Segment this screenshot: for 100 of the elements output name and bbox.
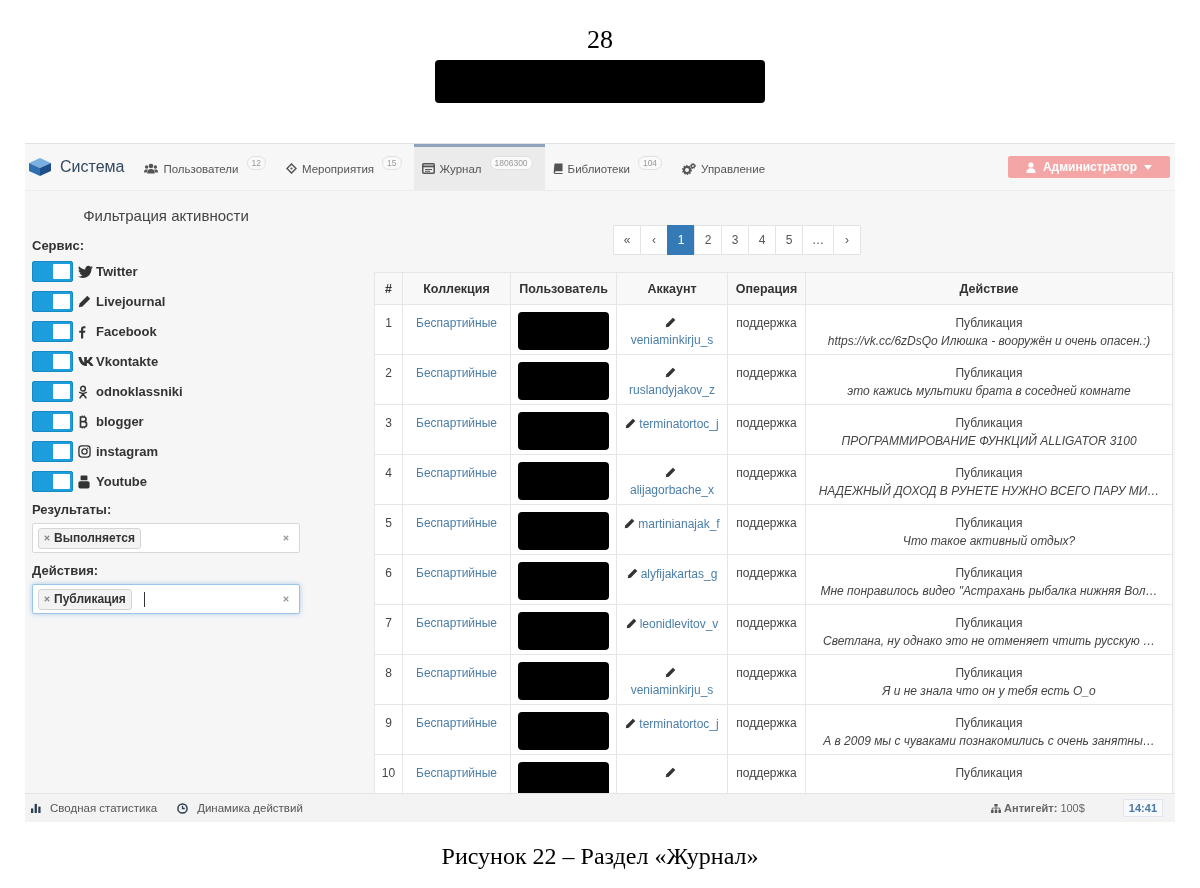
column-header: Действие	[805, 272, 1173, 305]
multiselect-field[interactable]: Выполняется	[32, 523, 300, 553]
page-number: 28	[587, 24, 613, 56]
action-type: Публикация	[954, 465, 1024, 481]
list-icon	[421, 163, 435, 174]
page-button[interactable]: 2	[694, 225, 722, 255]
clear-icon[interactable]	[283, 596, 289, 602]
table-cell: поддержка	[727, 354, 806, 405]
pencil-icon	[665, 667, 676, 678]
action-text: https://vk.cc/6zDsQo Илюшка - вооружён и очень опасен.:)	[826, 333, 1152, 349]
action-type: Публикация	[954, 715, 1024, 731]
section-label: Сервис:	[32, 237, 86, 255]
toggle-switch[interactable]	[32, 381, 73, 402]
multiselect-field[interactable]: Публикация	[32, 584, 300, 614]
table-cell: поддержка	[727, 654, 806, 705]
toggle-switch[interactable]	[32, 261, 73, 282]
pencil-icon	[665, 317, 676, 328]
nav-tab[interactable]: Мероприятия 15	[277, 144, 414, 190]
page-button[interactable]: «	[613, 225, 641, 255]
service-label: Vkontakte	[96, 354, 159, 369]
toggle-switch[interactable]	[32, 441, 73, 462]
section-label: Действия:	[32, 562, 100, 580]
action-type: Публикация	[954, 515, 1024, 531]
service-label: Youtube	[96, 474, 148, 489]
toggle-switch[interactable]	[32, 411, 73, 432]
figure-caption: Рисунок 22 – Раздел «Журнал»	[441, 842, 759, 871]
action-type: Публикация	[954, 365, 1024, 381]
toggle-switch[interactable]	[32, 321, 73, 342]
column-header: Коллекция	[402, 272, 511, 305]
action-text: Мне понравилось видео "Астрахань рыбалка нижняя Вол…	[819, 583, 1159, 599]
bar-chart-icon	[31, 803, 41, 813]
action-type: Публикация	[954, 415, 1024, 431]
table-cell: 1	[374, 304, 403, 355]
action-text: Что такое активный отдых?	[901, 533, 1077, 549]
service-label: odnoklassniki	[96, 384, 183, 399]
toggle-switch[interactable]	[32, 351, 73, 372]
count-badge: 15	[382, 156, 402, 170]
filter-tag[interactable]: Публикация	[38, 588, 132, 610]
table-cell: 2	[374, 354, 403, 405]
status-link[interactable]: Динамика действий	[177, 802, 303, 814]
sidebar-title: Фильтрация активности	[82, 206, 250, 226]
action-type: Публикация	[954, 315, 1024, 331]
table-cell: 7	[374, 604, 403, 655]
brand-name[interactable]: Система	[60, 158, 125, 176]
pencil-icon	[624, 518, 636, 529]
clear-icon[interactable]	[283, 535, 289, 541]
f-logo-icon	[78, 324, 86, 339]
table-cell: 6	[374, 554, 403, 605]
toggle-switch[interactable]	[32, 471, 73, 492]
book-icon	[552, 163, 563, 174]
table-cell: поддержка	[727, 404, 806, 455]
pencil-icon	[665, 367, 676, 378]
filter-tag[interactable]: Выполняется	[38, 527, 141, 549]
action-text: Я и не знала что он у тебя есть О_о	[881, 683, 1097, 699]
action-type: Публикация	[954, 665, 1024, 681]
pencil-icon	[625, 718, 637, 729]
text-cursor-icon	[143, 591, 145, 607]
bitcoin-icon	[78, 414, 88, 429]
page-button[interactable]: …	[802, 225, 834, 255]
table-cell: поддержка	[727, 504, 806, 555]
nav-tab[interactable]: Журнал 1806300	[413, 144, 545, 190]
count-badge: 104	[637, 156, 663, 170]
page-button[interactable]: ›	[833, 225, 861, 255]
column-header: Пользователь	[510, 272, 617, 305]
page-button[interactable]: 5	[775, 225, 803, 255]
column-header: #	[374, 272, 403, 305]
action-type: Публикация	[954, 565, 1024, 581]
count-badge: 12	[246, 156, 266, 170]
vk-logo-icon	[78, 356, 94, 367]
toggle-switch[interactable]	[32, 291, 73, 312]
pencil-icon	[78, 295, 91, 308]
nav-tab[interactable]: Управление	[674, 144, 778, 190]
tv-icon	[78, 474, 90, 489]
table-cell: 5	[374, 504, 403, 555]
action-type: Публикация	[954, 615, 1024, 631]
column-header: Аккаунт	[616, 272, 728, 305]
count-badge: 1806300	[489, 156, 533, 170]
table-cell: 4	[374, 454, 403, 505]
gears-icon	[682, 162, 697, 175]
status-link[interactable]: Сводная статистика	[31, 802, 158, 814]
diamond-icon	[285, 163, 297, 174]
section-label: Результаты:	[32, 501, 113, 519]
balance-text: Антигейт: 100$	[1004, 802, 1085, 814]
service-label: Livejournal	[96, 294, 166, 309]
ok-figure-icon	[78, 384, 88, 399]
user-icon	[1025, 161, 1036, 173]
page-button[interactable]: 4	[748, 225, 776, 255]
pencil-icon	[625, 618, 637, 629]
action-text: НАДЕЖНЫЙ ДОХОД В РУНЕТЕ НУЖНО ВСЕГО ПАРУ МИ…	[817, 483, 1161, 499]
pencil-icon	[626, 568, 638, 579]
page-button[interactable]: ‹	[640, 225, 668, 255]
page-button[interactable]: 3	[721, 225, 749, 255]
action-text: это кажись мультики брата в соседней комнате	[846, 383, 1132, 399]
nav-tab[interactable]: Библиотеки 104	[544, 144, 675, 190]
users-icon	[144, 163, 159, 174]
table-cell: 3	[374, 404, 403, 455]
nav-tab[interactable]: Пользователи 12	[136, 144, 278, 190]
page-button[interactable]: 1	[667, 225, 695, 255]
service-label: instagram	[96, 444, 159, 459]
pencil-icon	[665, 467, 676, 478]
